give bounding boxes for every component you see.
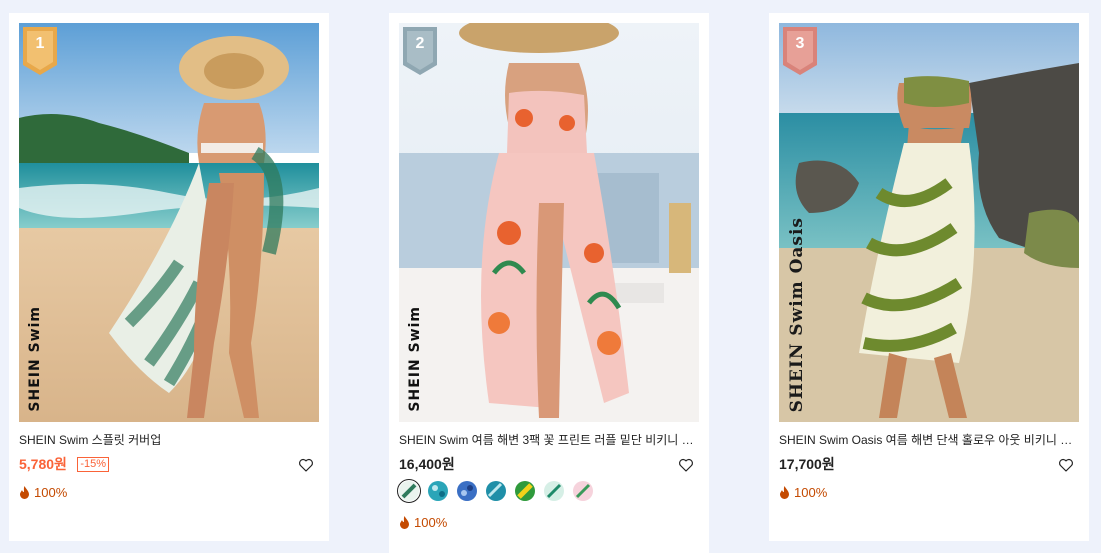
popularity-value: 100% bbox=[414, 514, 448, 530]
rank-badge: 1 bbox=[23, 27, 57, 75]
heart-outline-icon[interactable] bbox=[297, 456, 315, 474]
color-swatch[interactable] bbox=[457, 481, 477, 501]
product-card-2[interactable]: SHEIN Swim 2 SHEIN Swim 여름 해변 3팩 꽃 프린트 러… bbox=[389, 13, 709, 553]
product-image[interactable]: SHEIN Swim 2 bbox=[399, 23, 699, 422]
heart-outline-icon[interactable] bbox=[677, 456, 695, 474]
heart-outline-icon[interactable] bbox=[1057, 456, 1075, 474]
product-image[interactable]: SHEIN Swim 1 bbox=[19, 23, 319, 422]
price-row: 16,400원 bbox=[399, 454, 699, 476]
popularity-row: 100% bbox=[399, 513, 447, 531]
product-card-3[interactable]: SHEIN Swim Oasis 3 SHEIN Swim Oasis 여름 해… bbox=[769, 13, 1089, 541]
product-card-1[interactable]: SHEIN Swim 1 SHEIN Swim 스플릿 커버업 5,780원 -… bbox=[9, 13, 329, 541]
brand-watermark: SHEIN Swim Oasis bbox=[787, 216, 807, 412]
product-price: 5,780원 bbox=[19, 456, 67, 472]
color-swatch[interactable] bbox=[515, 481, 535, 501]
popularity-value: 100% bbox=[34, 484, 68, 500]
rank-badge: 3 bbox=[783, 27, 817, 75]
rank-number: 2 bbox=[415, 35, 425, 52]
color-swatch[interactable] bbox=[397, 479, 421, 503]
fire-icon bbox=[780, 485, 789, 499]
rank-badge: 2 bbox=[403, 27, 437, 75]
discount-badge: -15% bbox=[77, 456, 110, 472]
product-price: 17,700원 bbox=[779, 456, 835, 472]
price-row: 17,700원 bbox=[779, 454, 1079, 476]
product-title[interactable]: SHEIN Swim 여름 해변 3팩 꽃 프린트 러플 밑단 비키니 세트 bbox=[399, 431, 699, 448]
popularity-row: 100% bbox=[19, 483, 67, 501]
brand-watermark: SHEIN Swim bbox=[407, 306, 423, 412]
color-swatch[interactable] bbox=[573, 481, 593, 501]
product-title[interactable]: SHEIN Swim 스플릿 커버업 bbox=[19, 431, 319, 448]
color-swatch[interactable] bbox=[486, 481, 506, 501]
rank-number: 1 bbox=[35, 35, 45, 52]
brand-watermark: SHEIN Swim bbox=[27, 306, 43, 412]
price-row: 5,780원 -15% bbox=[19, 454, 319, 476]
product-price: 16,400원 bbox=[399, 456, 455, 472]
color-swatches bbox=[397, 479, 602, 503]
product-image[interactable]: SHEIN Swim Oasis 3 bbox=[779, 23, 1079, 422]
popularity-row: 100% bbox=[779, 483, 827, 501]
color-swatch[interactable] bbox=[544, 481, 564, 501]
popularity-value: 100% bbox=[794, 484, 828, 500]
fire-icon bbox=[400, 515, 409, 529]
color-swatch[interactable] bbox=[428, 481, 448, 501]
product-title[interactable]: SHEIN Swim Oasis 여름 해변 단색 홀로우 아웃 비키니 세트 bbox=[779, 431, 1079, 448]
fire-icon bbox=[20, 485, 29, 499]
rank-number: 3 bbox=[795, 35, 805, 52]
